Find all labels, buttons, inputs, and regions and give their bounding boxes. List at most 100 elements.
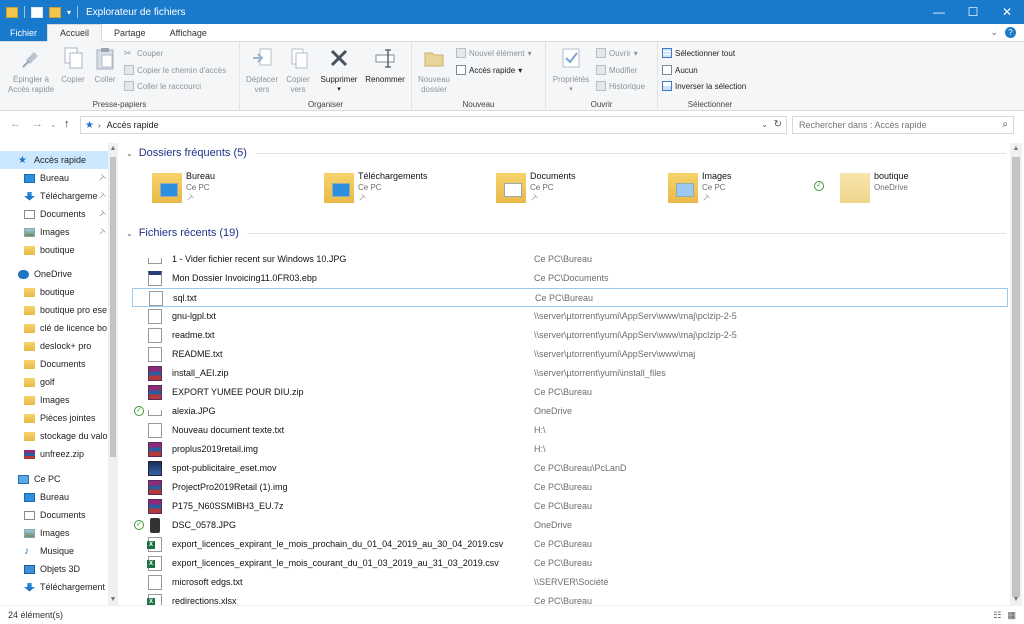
content-scrollbar[interactable]: ▲ ▼ [1010, 143, 1022, 605]
recent-file-row[interactable]: ✓ alexia.JPG OneDrive [132, 402, 1008, 421]
history-button[interactable]: Historique [596, 81, 645, 91]
pin-quick-access-button[interactable]: Épingler à Accès rapide [4, 46, 58, 95]
recent-files-header[interactable]: ⌄ Fichiers récents (19) [126, 227, 1006, 239]
nav-item-bureau[interactable]: Bureau [0, 488, 108, 506]
new-folder-button[interactable]: Nouveau dossier [414, 46, 454, 95]
recent-file-row[interactable]: export_licences_expirant_le_mois_prochai… [132, 535, 1008, 554]
frequent-folder-card[interactable]: Bureau Ce PC ⊤ [122, 169, 282, 209]
scroll-down-icon[interactable]: ▼ [108, 596, 118, 603]
select-none-button[interactable]: Aucun [662, 65, 698, 75]
nav-item-musique[interactable]: ♪ Musique [0, 542, 108, 560]
nav-item-images[interactable]: Images ⊤ [0, 223, 108, 241]
frequent-folder-card[interactable]: Images Ce PC ⊤ [638, 169, 798, 209]
recent-file-row[interactable]: proplus2019retail.img H:\ [132, 440, 1008, 459]
properties-icon[interactable] [31, 6, 43, 18]
pin-icon[interactable]: ⊤ [356, 192, 368, 204]
navigation-scrollbar-thumb[interactable] [110, 157, 116, 457]
pin-icon[interactable]: ⊤ [96, 190, 107, 201]
nav-item-images[interactable]: Images [0, 391, 108, 409]
minimize-button[interactable]: — [922, 0, 956, 24]
tab-fichier[interactable]: Fichier [0, 24, 48, 41]
recent-file-row[interactable]: Nouveau document texte.txt H:\ [132, 421, 1008, 440]
up-arrow-icon[interactable]: ↑ [64, 118, 70, 130]
tab-accueil[interactable]: Accueil [47, 24, 103, 42]
help-icon[interactable]: ? [1005, 27, 1016, 38]
recent-file-row[interactable]: spot-publicitaire_eset.mov Ce PC\Bureau\P… [132, 459, 1008, 478]
nav-item-boutique[interactable]: boutique [0, 283, 108, 301]
nav-item-golf[interactable]: golf [0, 373, 108, 391]
collapse-caret-icon[interactable]: ⌄ [126, 149, 133, 158]
delete-button[interactable]: Supprimer ▾ [318, 46, 360, 95]
nav-item-cl-de-licence-bo[interactable]: clé de licence bo [0, 319, 108, 337]
properties-button[interactable]: Propriétés ▾ [548, 46, 594, 95]
easy-access-button[interactable]: Accès rapide ▾ [456, 65, 522, 75]
chevron-down-icon[interactable]: ▾ [548, 85, 594, 95]
pin-icon[interactable]: ⊤ [528, 192, 540, 204]
frequent-folder-card[interactable]: Documents Ce PC ⊤ [466, 169, 626, 209]
frequent-folder-card[interactable]: Téléchargements Ce PC ⊤ [294, 169, 454, 209]
copy-button[interactable]: Copier [58, 46, 88, 85]
recent-file-row[interactable]: redirections.xlsx Ce PC\Bureau [132, 592, 1008, 605]
paste-button[interactable]: Coller [90, 46, 120, 85]
close-button[interactable]: ✕ [990, 0, 1024, 24]
frequent-folders-header[interactable]: ⌄ Dossiers fréquents (5) [126, 147, 1006, 159]
scroll-up-icon[interactable]: ▲ [1010, 145, 1022, 152]
cut-button[interactable]: ✂ Couper [124, 48, 163, 58]
recent-file-row[interactable]: 1 - Vider fichier recent sur Windows 10.… [132, 250, 1008, 269]
breadcrumb-chevron-icon[interactable]: › [98, 121, 101, 130]
nav-item-onedrive[interactable]: OneDrive [0, 265, 108, 283]
recent-file-row[interactable]: ✓ DSC_0578.JPG OneDrive [132, 516, 1008, 535]
pin-icon[interactable]: ⊤ [96, 208, 107, 219]
search-icon[interactable]: ⌕ [1002, 119, 1008, 130]
nav-item-acc-s-rapide[interactable]: ★ Accès rapide [0, 151, 108, 169]
nav-item-images[interactable]: Images [0, 524, 108, 542]
new-item-button[interactable]: Nouvel élément ▾ [456, 48, 532, 58]
pin-icon[interactable]: ⊤ [700, 192, 712, 204]
pin-icon[interactable]: ⊤ [184, 192, 196, 204]
refresh-icon[interactable]: ↻ [774, 119, 782, 130]
recent-file-row[interactable]: Mon Dossier Invoicing11.0FR03.ebp Ce PC\D… [132, 269, 1008, 288]
recent-file-row[interactable]: microsoft edgs.txt \\SERVER\Société [132, 573, 1008, 592]
maximize-button[interactable]: ☐ [956, 0, 990, 24]
frequent-folder-card[interactable]: ✓ boutique OneDrive [810, 169, 970, 209]
large-icons-view-icon[interactable]: ▦ [1007, 610, 1016, 621]
details-view-icon[interactable]: ☷ [993, 610, 1001, 621]
recent-file-row[interactable]: sql.txt Ce PC\Bureau [132, 288, 1008, 307]
rename-button[interactable]: Renommer [362, 46, 408, 85]
address-bar[interactable]: ★ › Accès rapide ⌄ ↻ [80, 116, 787, 134]
open-button[interactable]: Ouvrir ▾ [596, 48, 638, 58]
recent-locations-chevron-icon[interactable]: ⌄ [50, 120, 57, 129]
chevron-down-icon[interactable]: ▾ [318, 85, 360, 95]
nav-item-unfreez-zip[interactable]: unfreez.zip [0, 445, 108, 463]
chevron-down-icon[interactable]: ▾ [67, 8, 71, 17]
recent-file-row[interactable]: P175_N60SSMIBH3_EU.7z Ce PC\Bureau [132, 497, 1008, 516]
nav-item-pi-ces-jointes[interactable]: Pièces jointes [0, 409, 108, 427]
recent-file-row[interactable]: export_licences_expirant_le_mois_courant… [132, 554, 1008, 573]
navigation-scrollbar[interactable]: ▲ ▼ [108, 143, 118, 605]
tab-affichage[interactable]: Affichage [158, 24, 219, 41]
scroll-down-icon[interactable]: ▼ [1010, 596, 1022, 603]
nav-item-documents[interactable]: Documents ⊤ [0, 205, 108, 223]
address-history-chevron-icon[interactable]: ⌄ [761, 120, 768, 129]
nav-item-ce-pc[interactable]: Ce PC [0, 470, 108, 488]
collapse-ribbon-icon[interactable]: ⌄ [990, 27, 998, 38]
invert-selection-button[interactable]: Inverser la sélection [662, 81, 746, 91]
nav-item-bureau[interactable]: Bureau ⊤ [0, 169, 108, 187]
content-scrollbar-thumb[interactable] [1012, 157, 1020, 597]
nav-item-deslock-pro[interactable]: deslock+ pro [0, 337, 108, 355]
recent-file-row[interactable]: README.txt \\server\µtorrent\yumi\AppServ… [132, 345, 1008, 364]
search-input[interactable] [793, 120, 983, 130]
recent-file-row[interactable]: install_AEI.zip \\server\µtorrent\yumi\in… [132, 364, 1008, 383]
nav-item-objets-3d[interactable]: Objets 3D [0, 560, 108, 578]
tab-partage[interactable]: Partage [102, 24, 158, 41]
pin-icon[interactable]: ⊤ [96, 172, 107, 183]
back-arrow-icon[interactable]: ← [10, 118, 21, 130]
collapse-caret-icon[interactable]: ⌄ [126, 229, 133, 238]
recent-file-row[interactable]: EXPORT YUMEE POUR DIU.zip Ce PC\Bureau [132, 383, 1008, 402]
select-all-button[interactable]: Sélectionner tout [662, 48, 735, 58]
nav-item-documents[interactable]: Documents [0, 506, 108, 524]
scroll-up-icon[interactable]: ▲ [108, 145, 118, 152]
recent-file-row[interactable]: readme.txt \\server\µtorrent\yumi\AppServ… [132, 326, 1008, 345]
recent-file-row[interactable]: ProjectPro2019Retail (1).img Ce PC\Bureau [132, 478, 1008, 497]
copy-path-button[interactable]: Copier le chemin d'accès [124, 65, 226, 75]
